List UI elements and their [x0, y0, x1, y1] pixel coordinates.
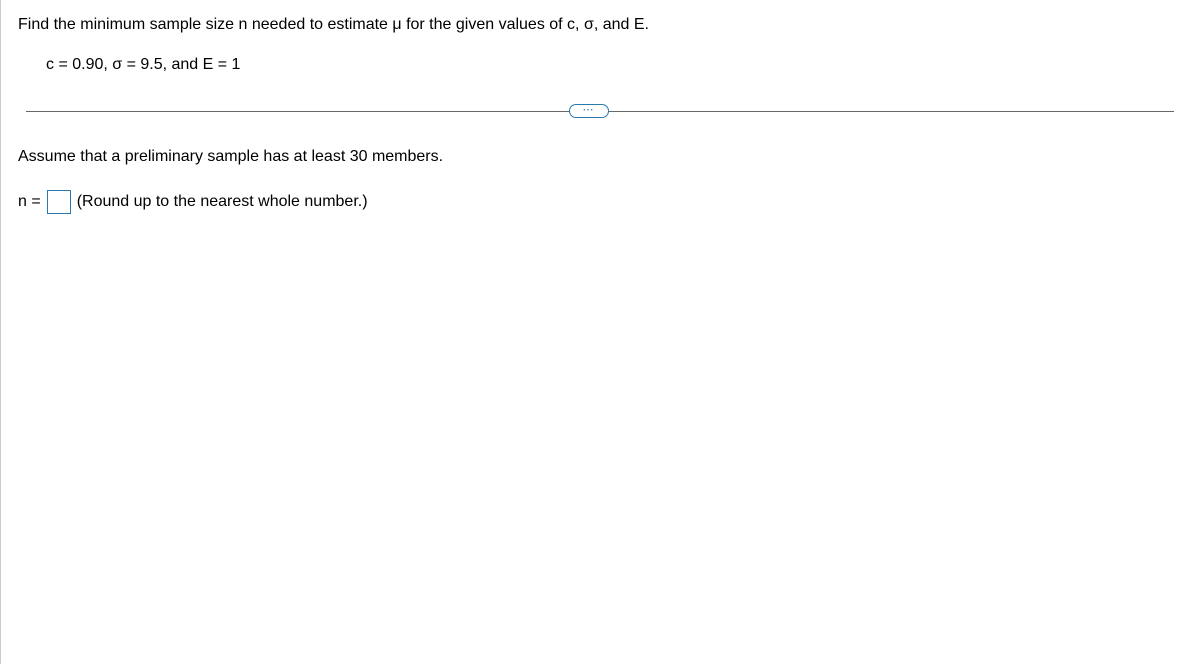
ellipsis-icon: ⋯	[583, 105, 595, 116]
assumption-text: Assume that a preliminary sample has at …	[18, 148, 1182, 166]
question-content: Find the minimum sample size n needed to…	[0, 0, 1200, 228]
section-divider: ⋯	[26, 102, 1174, 120]
question-prompt: Find the minimum sample size n needed to…	[18, 14, 1182, 36]
left-border	[0, 0, 1, 664]
answer-hint: (Round up to the nearest whole number.)	[77, 193, 368, 211]
answer-label: n =	[18, 193, 41, 211]
question-params: c = 0.90, σ = 9.5, and E = 1	[46, 56, 1182, 74]
expand-button[interactable]: ⋯	[569, 104, 609, 118]
answer-input[interactable]	[47, 190, 71, 214]
answer-row: n = (Round up to the nearest whole numbe…	[18, 190, 1182, 214]
